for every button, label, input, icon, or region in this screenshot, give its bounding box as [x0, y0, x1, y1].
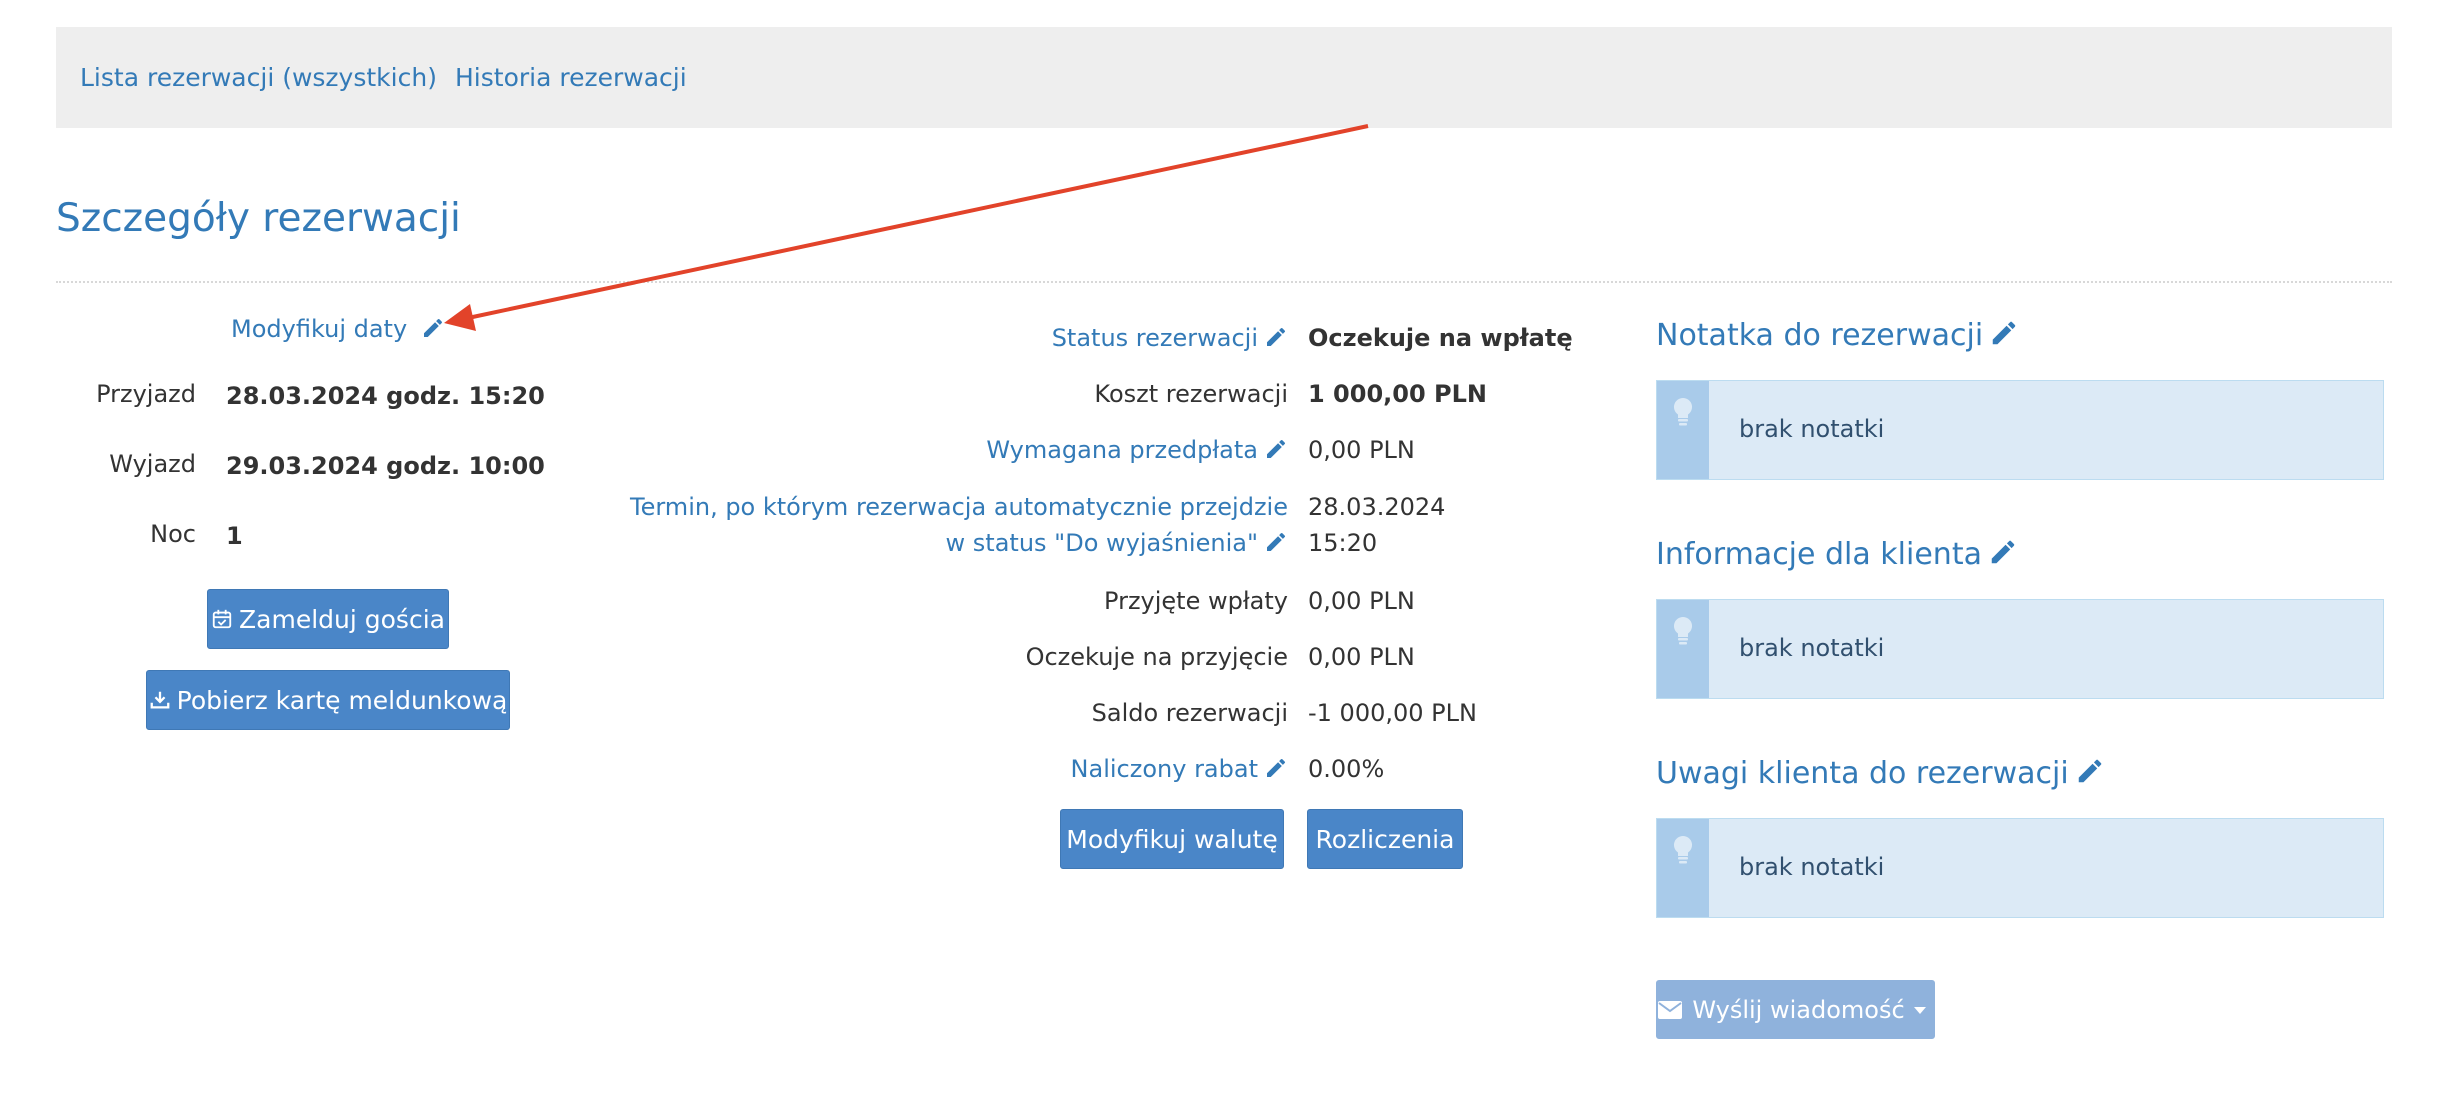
client-remarks-box: brak notatki	[1656, 818, 2384, 918]
departure-value: 29.03.2024 godz. 10:00	[226, 452, 545, 480]
discount-value: 0.00%	[1308, 755, 1385, 783]
section-divider	[56, 281, 2392, 283]
settlements-button[interactable]: Rozliczenia	[1307, 809, 1463, 869]
client-remarks-text: brak notatki	[1739, 853, 1885, 881]
received-value: 0,00 PLN	[1308, 587, 1415, 615]
nav-reservation-history-link[interactable]: Historia rezerwacji	[455, 63, 687, 92]
pencil-icon	[423, 318, 442, 337]
lightbulb-icon	[1673, 835, 1693, 864]
client-remarks-title: Uwagi klienta do rezerwacji	[1656, 756, 2069, 791]
lightbulb-icon	[1673, 397, 1693, 426]
pencil-icon	[1267, 327, 1286, 346]
deadline-label-link[interactable]: Termin, po którym rezerwacja automatyczn…	[630, 489, 1288, 561]
deadline-date: 28.03.2024	[1308, 493, 1446, 521]
pencil-icon	[1992, 321, 2016, 345]
send-message-button[interactable]: Wyślij wiadomość	[1656, 980, 1935, 1039]
download-icon	[150, 691, 170, 709]
note-strip	[1657, 819, 1709, 917]
prepayment-label: Wymagana przedpłata	[986, 436, 1258, 464]
modify-dates-link[interactable]: Modyfikuj daty	[231, 315, 445, 343]
client-info-title: Informacje dla klienta	[1656, 537, 1982, 572]
pencil-icon	[1267, 439, 1286, 458]
pencil-icon	[1267, 532, 1286, 551]
deadline-label-line2: w status "Do wyjaśnienia"	[945, 529, 1258, 557]
received-label: Przyjęte wpłaty	[1104, 587, 1288, 615]
arrival-label: Przyjazd	[96, 380, 196, 408]
note-strip	[1657, 600, 1709, 698]
pencil-icon	[2078, 759, 2101, 783]
checkin-guest-label: Zamelduj gościa	[239, 604, 445, 634]
prepayment-value: 0,00 PLN	[1308, 436, 1415, 464]
page-title: Szczegóły rezerwacji	[56, 196, 461, 241]
departure-label: Wyjazd	[109, 450, 196, 478]
reservation-note-title-link[interactable]: Notatka do rezerwacji	[1656, 318, 2019, 353]
cost-value: 1 000,00 PLN	[1308, 380, 1487, 408]
balance-value: -1 000,00 PLN	[1308, 699, 1477, 727]
nav-all-reservations-link[interactable]: Lista rezerwacji (wszystkich)	[80, 63, 437, 92]
arrival-value: 28.03.2024 godz. 15:20	[226, 382, 545, 410]
pencil-icon	[1991, 540, 2015, 564]
reservation-note-box: brak notatki	[1656, 380, 2384, 480]
pending-label: Oczekuje na przyjęcie	[1025, 643, 1288, 671]
discount-label-link[interactable]: Naliczony rabat	[1071, 755, 1288, 783]
deadline-value: 28.03.2024 15:20	[1308, 489, 1445, 561]
status-value: Oczekuje na wpłatę	[1308, 324, 1573, 352]
status-label-link[interactable]: Status rezerwacji	[1052, 324, 1288, 352]
modify-currency-button[interactable]: Modyfikuj walutę	[1060, 809, 1284, 869]
calendar-check-icon	[212, 609, 232, 629]
download-registration-card-button[interactable]: Pobierz kartę meldunkową	[146, 670, 510, 730]
client-info-title-link[interactable]: Informacje dla klienta	[1656, 537, 2018, 572]
modify-dates-label: Modyfikuj daty	[231, 315, 408, 343]
discount-label: Naliczony rabat	[1070, 755, 1258, 783]
status-label: Status rezerwacji	[1051, 324, 1258, 352]
client-info-text: brak notatki	[1739, 634, 1885, 662]
prepayment-label-link[interactable]: Wymagana przedpłata	[986, 436, 1288, 464]
balance-label: Saldo rezerwacji	[1091, 699, 1288, 727]
pencil-icon	[1267, 758, 1286, 777]
lightbulb-icon	[1673, 616, 1693, 645]
reservation-note-title: Notatka do rezerwacji	[1656, 318, 1984, 353]
client-remarks-title-link[interactable]: Uwagi klienta do rezerwacji	[1656, 756, 2105, 791]
deadline-label-line1: Termin, po którym rezerwacja automatyczn…	[630, 493, 1288, 521]
caret-down-icon	[1913, 1006, 1926, 1014]
cost-label: Koszt rezerwacji	[1094, 380, 1288, 408]
envelope-icon	[1658, 1000, 1683, 1019]
nights-value: 1	[226, 522, 243, 550]
pending-value: 0,00 PLN	[1308, 643, 1415, 671]
checkin-guest-button[interactable]: Zamelduj gościa	[207, 589, 449, 649]
nights-label: Noc	[150, 520, 196, 548]
client-info-box: brak notatki	[1656, 599, 2384, 699]
top-nav: Lista rezerwacji (wszystkich) Historia r…	[56, 27, 2392, 128]
reservation-note-text: brak notatki	[1739, 415, 1885, 443]
note-strip	[1657, 381, 1709, 479]
send-message-label: Wyślij wiadomość	[1692, 995, 1905, 1024]
deadline-time: 15:20	[1308, 529, 1378, 557]
download-registration-card-label: Pobierz kartę meldunkową	[176, 685, 508, 715]
